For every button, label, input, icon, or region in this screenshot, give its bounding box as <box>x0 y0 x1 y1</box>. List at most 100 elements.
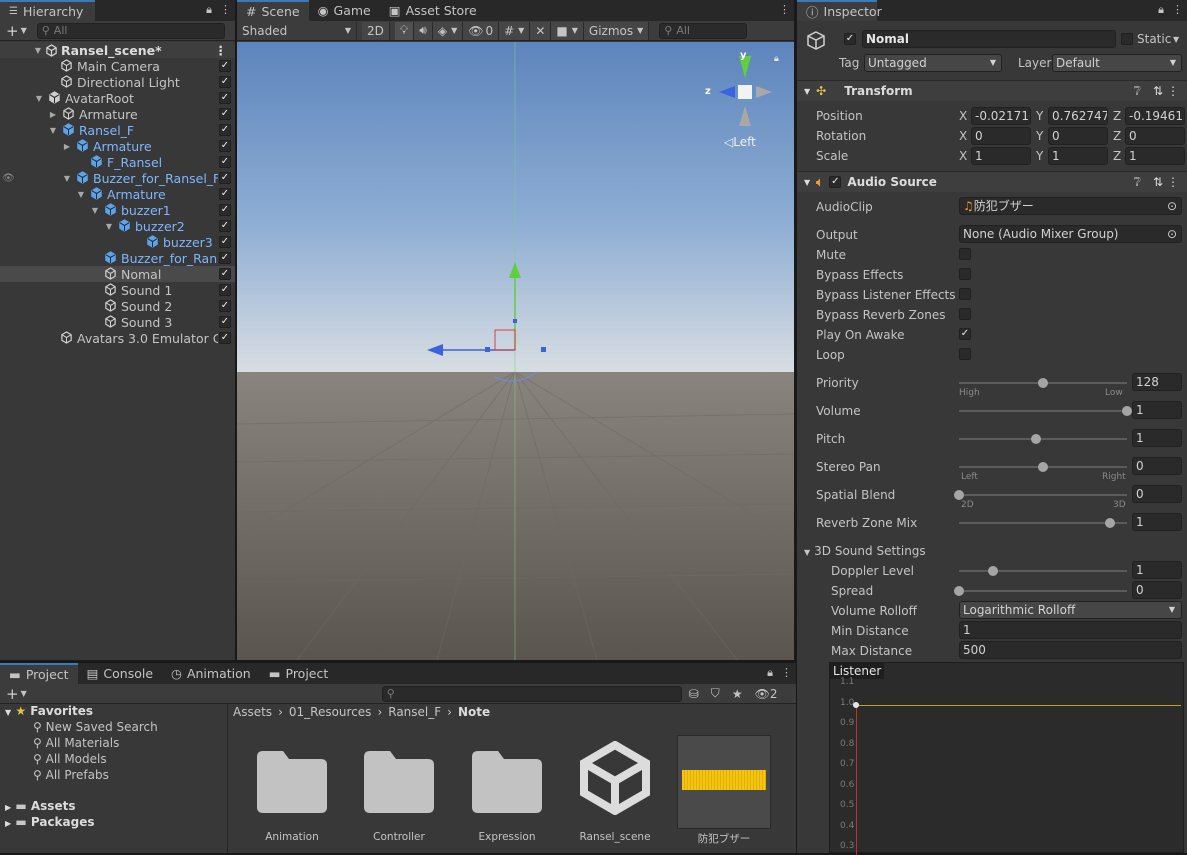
active-checkbox[interactable]: ✓ <box>219 268 231 280</box>
stereo-field[interactable]: 0 <box>1132 457 1182 475</box>
volume-slider[interactable] <box>959 406 1132 416</box>
doppler-slider[interactable] <box>959 566 1127 576</box>
hierarchy-item[interactable]: ▼ AvatarRoot ✓ <box>0 90 235 106</box>
breadcrumb-resources[interactable]: 01_Resources <box>289 705 372 719</box>
tab-scene[interactable]: # Scene <box>237 0 309 21</box>
priority-slider-knob[interactable] <box>1038 378 1048 388</box>
tab-console[interactable]: ▤ Console <box>78 663 162 684</box>
transform-rotation-x-field[interactable]: 0 <box>971 127 1031 145</box>
more-icon[interactable]: ⋮ <box>220 3 231 17</box>
hierarchy-item[interactable]: F_Ransel ✓ <box>0 154 235 170</box>
priority-field[interactable]: 128 <box>1132 373 1182 391</box>
hierarchy-item[interactable]: Directional Light ✓ <box>0 74 235 90</box>
asset-tile[interactable]: Controller <box>349 735 449 843</box>
active-checkbox[interactable]: ✓ <box>219 220 231 232</box>
active-checkbox[interactable]: ✓ <box>219 236 231 248</box>
output-field[interactable]: None (Audio Mixer Group) ⊙ <box>959 225 1182 243</box>
hierarchy-item[interactable]: Buzzer_for_Ransel✓ <box>0 250 235 266</box>
doppler-slider-knob[interactable] <box>987 566 998 576</box>
chevron-down-icon[interactable]: ▼ <box>21 26 27 35</box>
favorites-foldout[interactable]: ▼ ★ Favorites <box>5 704 93 718</box>
audio-toggle-button[interactable]: 🔊︎ <box>414 21 433 40</box>
tab-animation[interactable]: ◷ Animation <box>162 663 260 684</box>
curve-key[interactable] <box>853 702 859 708</box>
bypass-effects-checkbox[interactable] <box>959 268 971 280</box>
static-checkbox[interactable] <box>1121 33 1133 45</box>
tab-game[interactable]: ◉ Game <box>309 0 380 21</box>
hierarchy-item[interactable]: ▶ Armature ✓ <box>0 138 235 154</box>
active-checkbox[interactable]: ✓ <box>219 316 231 328</box>
filter-by-label-icon[interactable]: ⛉ <box>711 686 720 701</box>
filter-by-type-icon[interactable]: ⛁ <box>689 687 699 701</box>
view-direction-label[interactable]: ◁Left <box>724 135 756 149</box>
active-checkbox[interactable]: ✓ <box>219 332 231 344</box>
pitch-slider[interactable] <box>959 434 1127 444</box>
collapse-arrow-icon[interactable]: ▶ <box>48 110 58 119</box>
favorite-item[interactable]: ⚲ All Materials <box>33 736 119 750</box>
lock-icon[interactable]: 🔒︎ <box>206 3 212 17</box>
spatial-field[interactable]: 0 <box>1132 485 1182 503</box>
active-checkbox[interactable]: ✓ <box>219 92 231 104</box>
object-picker-icon[interactable]: ⊙ <box>1167 226 1177 242</box>
transform-scale-z-field[interactable]: 1 <box>1125 147 1185 165</box>
active-checkbox[interactable]: ✓ <box>219 172 231 184</box>
object-picker-icon[interactable]: ⊙ <box>1167 198 1177 214</box>
favorite-item[interactable]: ⚲ New Saved Search <box>33 720 158 734</box>
project-search-input[interactable]: ⚲ <box>381 685 682 702</box>
hierarchy-item[interactable]: Main Camera ✓ <box>0 58 235 74</box>
doppler-field[interactable]: 1 <box>1132 561 1182 579</box>
favorite-star-icon[interactable]: ★ <box>732 687 743 701</box>
settings-icon[interactable]: ⇅ <box>1153 84 1163 98</box>
asset-tile[interactable]: Expression <box>457 735 557 843</box>
breadcrumb-ransel[interactable]: Ransel_F <box>388 705 441 719</box>
tools-button[interactable]: ✕ <box>530 21 552 40</box>
transform-position-z-field[interactable]: -0.194615 <box>1125 107 1185 125</box>
min-distance-field[interactable]: 1 <box>959 621 1182 639</box>
lock-icon[interactable]: 🔒︎ <box>774 54 779 64</box>
transform-position-x-field[interactable]: -0.021716 <box>971 107 1031 125</box>
breadcrumb-note[interactable]: Note <box>458 705 490 719</box>
chevron-down-icon[interactable]: ▼ <box>1173 35 1179 44</box>
hierarchy-item[interactable]: 👁︎ ▼ Buzzer_for_Ransel_F ✓ <box>0 170 235 186</box>
hierarchy-item[interactable]: buzzer3 ✓ <box>0 234 235 250</box>
tab-asset-store[interactable]: ▣ Asset Store <box>380 0 486 21</box>
active-checkbox[interactable]: ✓ <box>219 284 231 296</box>
hierarchy-item[interactable]: ▶ Armature ✓ <box>0 106 235 122</box>
audioclip-field[interactable]: ♫防犯ブザー ⊙ <box>959 197 1182 215</box>
more-icon[interactable]: ⋮ <box>1172 3 1183 17</box>
max-distance-field[interactable]: 500 <box>959 641 1182 659</box>
breadcrumb-assets[interactable]: Assets <box>233 705 272 719</box>
pitch-field[interactable]: 1 <box>1132 429 1182 447</box>
expand-arrow-icon[interactable]: ▼ <box>48 126 58 135</box>
more-icon[interactable]: ⋮ <box>781 666 792 680</box>
hierarchy-item[interactable]: ▼ buzzer1 ✓ <box>0 202 235 218</box>
active-checkbox[interactable]: ✓ <box>844 33 856 45</box>
volume-rolloff-dropdown[interactable]: Logarithmic Rolloff ▼ <box>959 601 1182 619</box>
lighting-toggle-button[interactable]: 💡︎ <box>394 21 415 40</box>
expand-arrow-icon[interactable]: ▼ <box>33 46 43 55</box>
root-folder-item[interactable]: ▶ ▬ Assets <box>5 799 75 813</box>
expand-arrow-icon[interactable]: ▼ <box>34 94 44 103</box>
asset-tile[interactable]: Ransel_scene <box>565 735 665 843</box>
lock-icon[interactable]: 🔒︎ <box>1158 3 1164 17</box>
active-checkbox[interactable]: ✓ <box>219 156 231 168</box>
hierarchy-item[interactable]: Sound 2 ✓ <box>0 298 235 314</box>
reverb-slider-knob[interactable] <box>1105 518 1116 528</box>
mute-checkbox[interactable] <box>959 248 971 260</box>
audio-source-header[interactable]: ▼ 🔈︎ ✓ Audio Source ❔︎ ⇅ ⋮ <box>797 171 1187 192</box>
hidden-packages-button[interactable]: 👁︎2 <box>755 687 778 701</box>
transform-rotation-y-field[interactable]: 0 <box>1048 127 1108 145</box>
add-icon[interactable]: + <box>6 685 19 703</box>
more-icon[interactable]: ⋮ <box>1167 84 1179 98</box>
gizmos-dropdown[interactable]: Gizmos ▼ <box>583 21 650 40</box>
spread-slider-knob[interactable] <box>954 586 964 596</box>
scene-viewport[interactable]: y z 🔒︎ ◁Left <box>237 42 794 660</box>
audio-source-enabled-checkbox[interactable]: ✓ <box>829 176 842 188</box>
tab-project[interactable]: ▬ Project <box>0 663 78 684</box>
transform-rotation-z-field[interactable]: 0 <box>1125 127 1185 145</box>
active-checkbox[interactable]: ✓ <box>219 124 231 136</box>
shading-mode-dropdown[interactable]: Shaded ▼ <box>237 21 357 40</box>
settings-icon[interactable]: ⇅ <box>1153 175 1163 189</box>
spatial-slider-knob[interactable] <box>954 490 964 500</box>
transform-scale-y-field[interactable]: 1 <box>1048 147 1108 165</box>
